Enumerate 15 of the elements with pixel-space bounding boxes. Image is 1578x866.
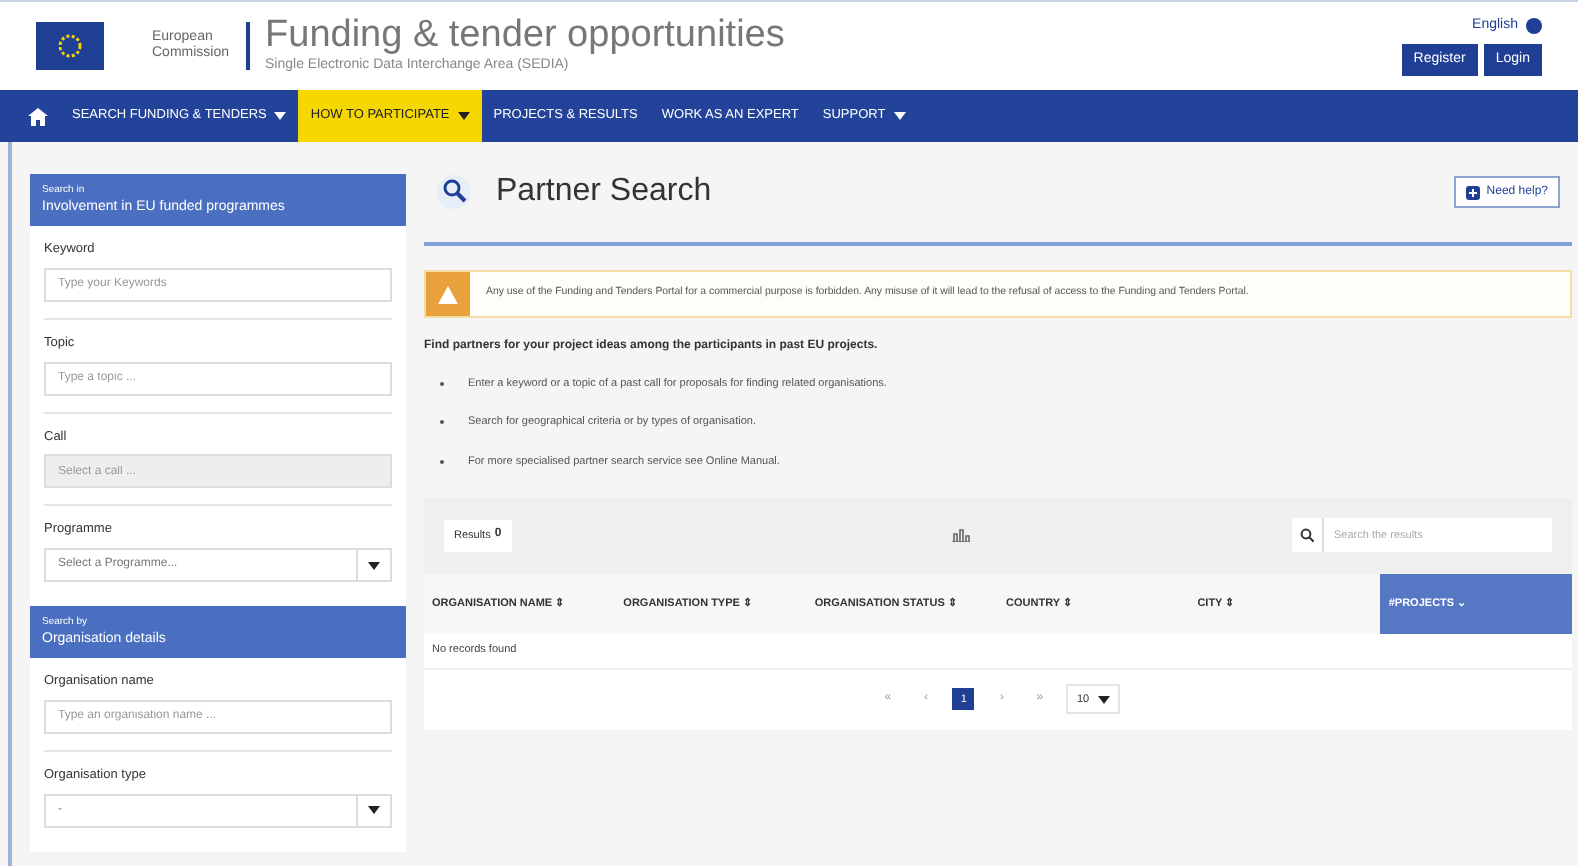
caret-icon [457, 112, 470, 120]
site-title: Funding & tender opportunities [265, 15, 785, 56]
caret-icon [893, 112, 906, 120]
eu-flag-logo [36, 22, 104, 70]
page-title: Partner Search [496, 172, 712, 212]
search-icon [1300, 528, 1314, 543]
chart-icon[interactable] [951, 528, 970, 543]
caret-icon [368, 806, 380, 814]
home-icon[interactable] [28, 107, 48, 125]
caret-icon [368, 561, 380, 569]
search-button[interactable] [1292, 518, 1324, 553]
caret-icon [274, 112, 287, 120]
warning-icon [438, 285, 458, 303]
caret-icon [1097, 695, 1110, 704]
plus-icon [1466, 185, 1481, 199]
